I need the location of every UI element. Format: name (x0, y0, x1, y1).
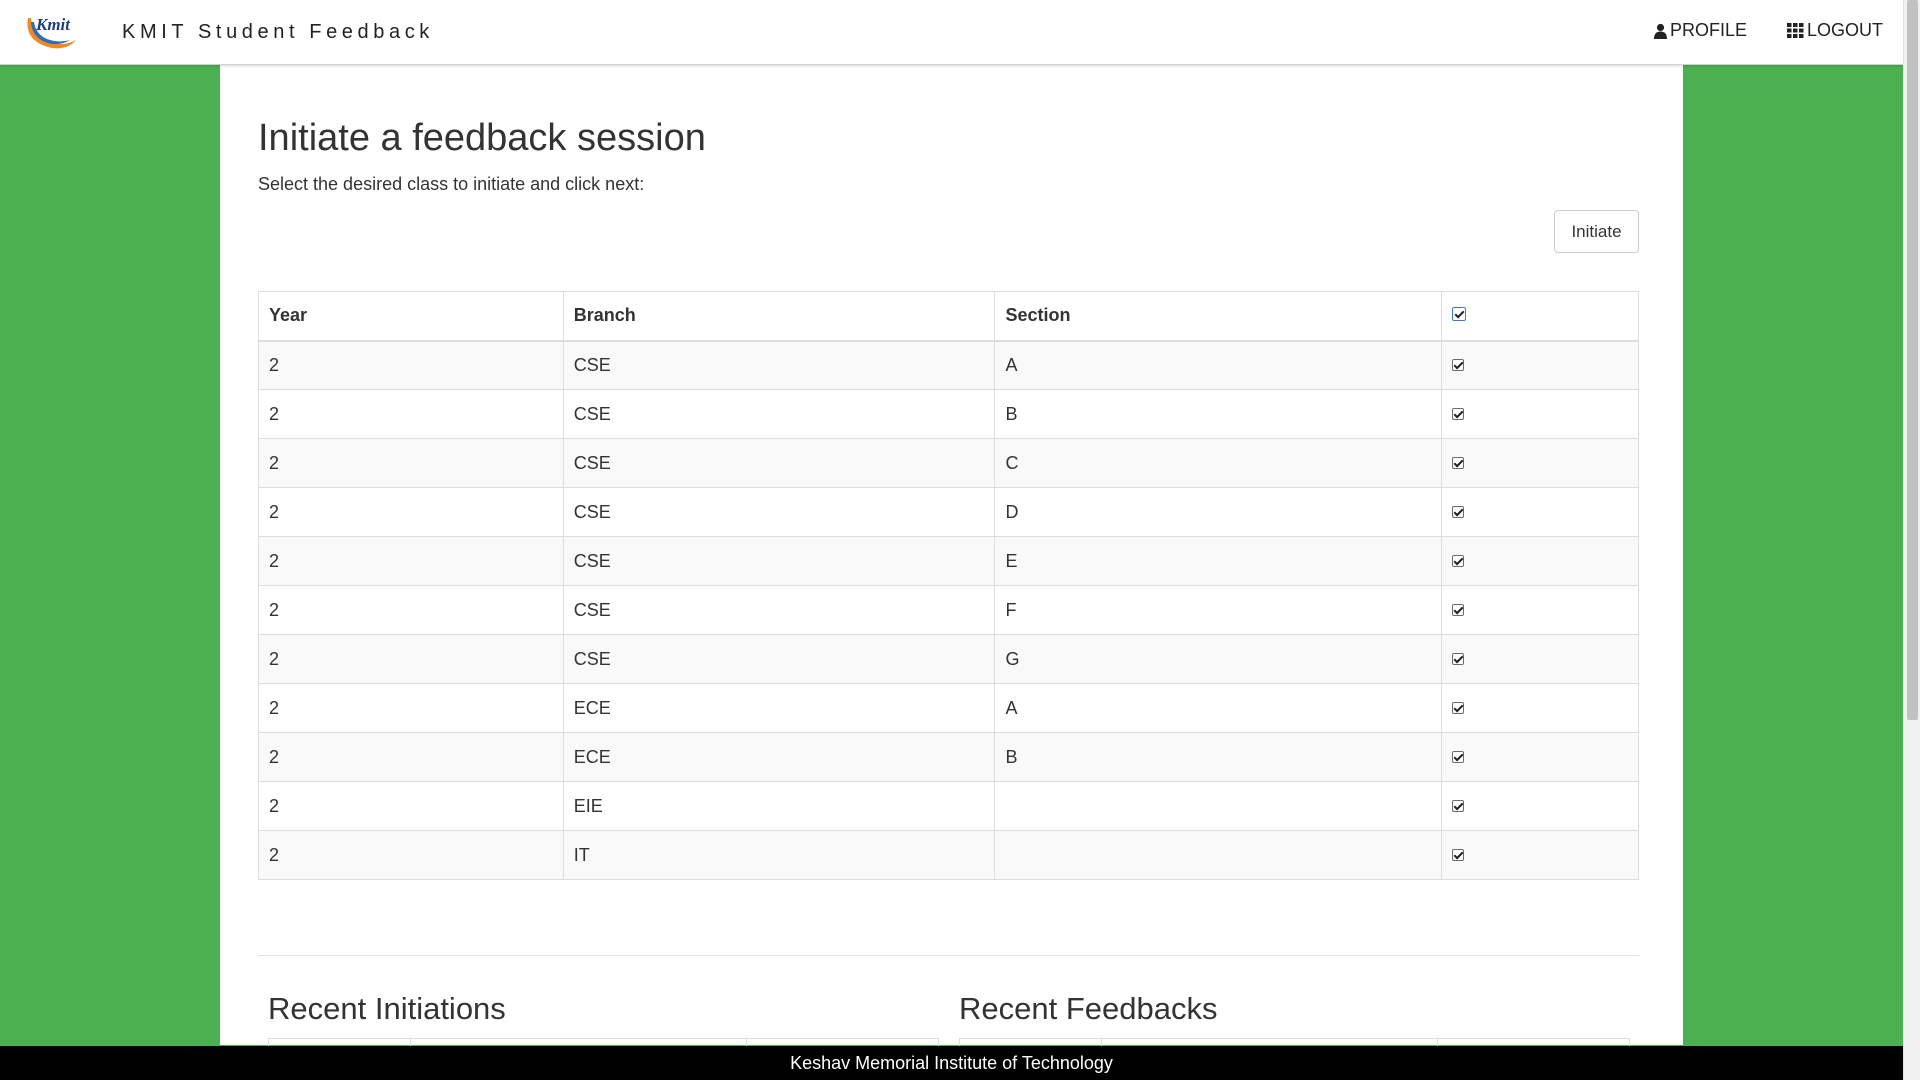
row-checkbox[interactable] (1452, 456, 1465, 469)
section-divider (258, 955, 1639, 956)
select-all-checkbox[interactable] (1452, 307, 1467, 322)
cell-section: D (994, 487, 1443, 537)
nav-actions: PROFILE LOGOUT (1653, 20, 1883, 41)
initiate-button[interactable]: Initiate (1554, 210, 1639, 253)
cell-select (1441, 340, 1639, 390)
cell-section: C (994, 438, 1443, 488)
cell-year: 2 (258, 438, 564, 488)
row-checkbox[interactable] (1452, 848, 1465, 861)
cell-year: 2 (258, 389, 564, 439)
cell-branch: EIE (562, 781, 996, 831)
cell-year: 2 (258, 585, 564, 635)
cell-section: E (994, 536, 1443, 586)
grid-icon (1786, 23, 1804, 38)
cell-branch: CSE (562, 536, 996, 586)
table-row: 2 EIE (258, 781, 1639, 831)
cell-section: F (994, 585, 1443, 635)
cell-section (994, 781, 1443, 831)
footer: Keshav Memorial Institute of Technology (0, 1046, 1903, 1080)
header-branch: Branch (562, 291, 996, 342)
page-scrollbar[interactable] (1903, 0, 1920, 1080)
cell-select (1441, 781, 1639, 831)
cell-section: A (994, 683, 1443, 733)
scrollbar-thumb[interactable] (1907, 0, 1918, 720)
cell-branch: IT (562, 830, 996, 880)
row-checkbox[interactable] (1452, 407, 1465, 420)
table-row: 2 CSE D (258, 487, 1639, 537)
cell-year: 2 (258, 340, 564, 390)
cell-branch: CSE (562, 634, 996, 684)
cell-select (1441, 487, 1639, 537)
header-select-all-cell (1441, 291, 1639, 342)
table-row: 2 CSE B (258, 389, 1639, 439)
app-brand[interactable]: KMIT Student Feedback (122, 21, 434, 44)
cell-year: 2 (258, 634, 564, 684)
cell-select (1441, 634, 1639, 684)
header-section: Section (994, 291, 1443, 342)
table-row: 2 CSE G (258, 634, 1639, 684)
profile-link[interactable]: PROFILE (1653, 20, 1747, 41)
page-subtitle: Select the desired class to initiate and… (258, 174, 645, 194)
cell-select (1441, 389, 1639, 439)
cell-year: 2 (258, 781, 564, 831)
recent-initiations-title: Recent Initiations (268, 991, 506, 1026)
row-checkbox[interactable] (1452, 750, 1465, 763)
table-row: 2 IT (258, 830, 1639, 880)
cell-branch: CSE (562, 487, 996, 537)
row-checkbox[interactable] (1452, 799, 1465, 812)
row-checkbox[interactable] (1452, 603, 1465, 616)
class-selection-table: Year Branch Section 2 CSE A 2 CSE B 2 CSE C 2 CSE D… (258, 291, 1639, 880)
table-row: 2 CSE E (258, 536, 1639, 586)
table-row: 2 CSE A (258, 340, 1639, 390)
user-icon (1653, 23, 1667, 39)
cell-branch: ECE (562, 732, 996, 782)
cell-section: A (994, 340, 1443, 390)
cell-year: 2 (258, 683, 564, 733)
cell-select (1441, 585, 1639, 635)
kmit-logo[interactable]: Kmit (22, 8, 78, 52)
row-checkbox[interactable] (1452, 652, 1465, 665)
row-checkbox[interactable] (1452, 358, 1465, 371)
cell-section: B (994, 732, 1443, 782)
profile-label: PROFILE (1669, 20, 1747, 40)
cell-year: 2 (258, 536, 564, 586)
table-row: 2 ECE B (258, 732, 1639, 782)
cell-year: 2 (258, 732, 564, 782)
cell-branch: CSE (562, 389, 996, 439)
cell-select (1441, 830, 1639, 880)
row-checkbox[interactable] (1452, 554, 1465, 567)
cell-year: 2 (258, 830, 564, 880)
cell-year: 2 (258, 487, 564, 537)
cell-select (1441, 732, 1639, 782)
logout-label: LOGOUT (1806, 20, 1883, 40)
page-title: Initiate a feedback session (258, 117, 706, 159)
cell-branch: CSE (562, 340, 996, 390)
cell-select (1441, 438, 1639, 488)
cell-branch: CSE (562, 438, 996, 488)
logout-link[interactable]: LOGOUT (1786, 20, 1883, 41)
header-year: Year (258, 291, 564, 342)
cell-select (1441, 683, 1639, 733)
recent-feedbacks-title: Recent Feedbacks (959, 991, 1218, 1026)
main-panel: Initiate a feedback session Select the d… (220, 65, 1683, 1059)
cell-section: B (994, 389, 1443, 439)
cell-select (1441, 536, 1639, 586)
top-navbar: Kmit KMIT Student Feedback PROFILE LOGOU… (0, 0, 1903, 65)
table-row: 2 CSE C (258, 438, 1639, 488)
cell-section: G (994, 634, 1443, 684)
cell-section (994, 830, 1443, 880)
table-row: 2 CSE F (258, 585, 1639, 635)
cell-branch: ECE (562, 683, 996, 733)
row-checkbox[interactable] (1452, 701, 1465, 714)
cell-branch: CSE (562, 585, 996, 635)
svg-text:Kmit: Kmit (35, 15, 71, 34)
table-row: 2 ECE A (258, 683, 1639, 733)
table-header-row: Year Branch Section (258, 291, 1639, 342)
row-checkbox[interactable] (1452, 505, 1465, 518)
